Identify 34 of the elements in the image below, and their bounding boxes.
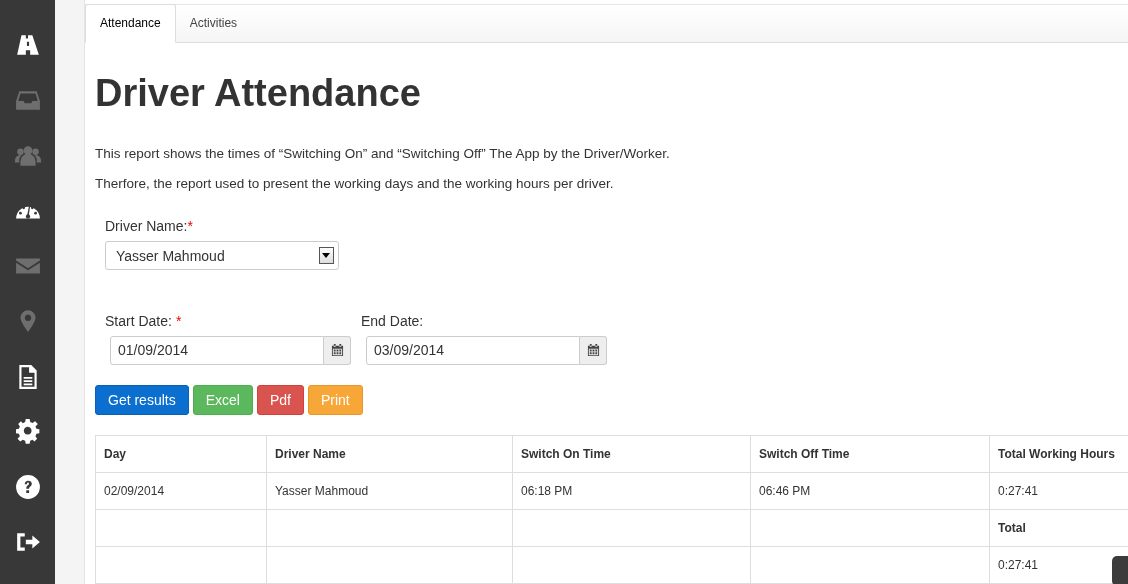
- page-title: Driver Attendance: [95, 73, 422, 113]
- help-icon[interactable]: [14, 473, 41, 500]
- driver-dropdown[interactable]: Yasser Mahmoud: [105, 241, 339, 270]
- tab[interactable]: Activities: [175, 5, 252, 42]
- action-button[interactable]: Get results: [95, 385, 189, 415]
- date-field[interactable]: 03/09/2014: [366, 336, 581, 365]
- date-field[interactable]: 01/09/2014: [110, 336, 325, 365]
- required-mark: *: [175, 313, 182, 329]
- description-text: This report shows the times of “Switching On” and “Switching Off” The App by the Driver/Worker.: [95, 145, 671, 162]
- table-cell: Yasser Mahmoud: [275, 484, 369, 498]
- table-cell: 06:18 PM: [521, 484, 573, 498]
- field-label: Start Date:: [105, 313, 172, 329]
- table-cell: 06:46 PM: [759, 484, 811, 498]
- required-mark: *: [187, 218, 193, 234]
- tab[interactable]: Attendance: [85, 4, 176, 43]
- calendar-button[interactable]: [324, 336, 351, 365]
- caret-icon[interactable]: [319, 247, 334, 264]
- table-cell: 02/09/2014: [104, 484, 165, 498]
- column-header: Total Working Hours: [989, 435, 1128, 473]
- column-header: Day: [95, 435, 267, 473]
- table-cell: Total: [998, 521, 1026, 535]
- description-text: Therfore, the report used to present the working days and the working hours per driver.: [95, 175, 615, 192]
- table-cell: 0:27:41: [998, 484, 1039, 498]
- calendar-icon: [330, 344, 344, 357]
- calendar-button[interactable]: [580, 336, 607, 365]
- field-label: Driver Name:: [105, 218, 188, 234]
- field-label: End Date:: [361, 313, 424, 329]
- calendar-icon: [586, 344, 600, 357]
- settings-icon[interactable]: [14, 418, 41, 445]
- column-header: Switch Off Time: [750, 435, 990, 473]
- table-cell: 0:27:41: [998, 558, 1039, 572]
- column-header: Switch On Time: [512, 435, 751, 473]
- action-button[interactable]: Pdf: [256, 385, 304, 415]
- column-header: Driver Name: [266, 435, 513, 473]
